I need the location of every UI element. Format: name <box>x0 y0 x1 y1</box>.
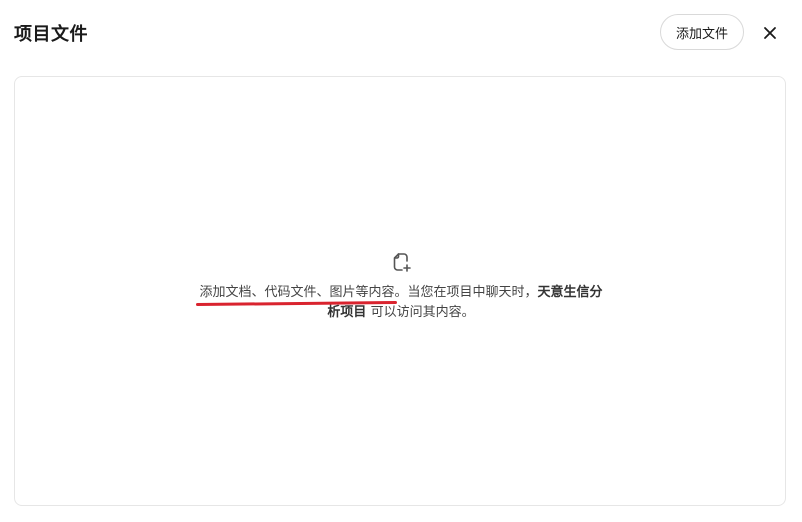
message-end: 可以访问其内容。 <box>366 305 475 320</box>
panel-title: 项目文件 <box>14 24 88 45</box>
project-files-panel: 项目文件 添加文件 添加文档、代码文件、图片等内容。当您在项目中聊天时，天意生信… <box>0 0 802 522</box>
add-content-link[interactable]: 添加文档、代码文件、图片等内容 <box>199 285 394 300</box>
close-button[interactable] <box>758 21 782 45</box>
file-dropzone[interactable]: 添加文档、代码文件、图片等内容。当您在项目中聊天时，天意生信分析项目 可以访问其… <box>14 76 786 506</box>
add-file-icon <box>393 253 411 272</box>
message-text: 。当您在项目中聊天时， <box>394 285 538 300</box>
panel-header: 项目文件 添加文件 <box>0 0 802 66</box>
empty-state-message: 添加文档、代码文件、图片等内容。当您在项目中聊天时，天意生信分析项目 可以访问其… <box>195 283 607 323</box>
add-file-button[interactable]: 添加文件 <box>660 14 744 50</box>
close-icon <box>764 27 776 39</box>
